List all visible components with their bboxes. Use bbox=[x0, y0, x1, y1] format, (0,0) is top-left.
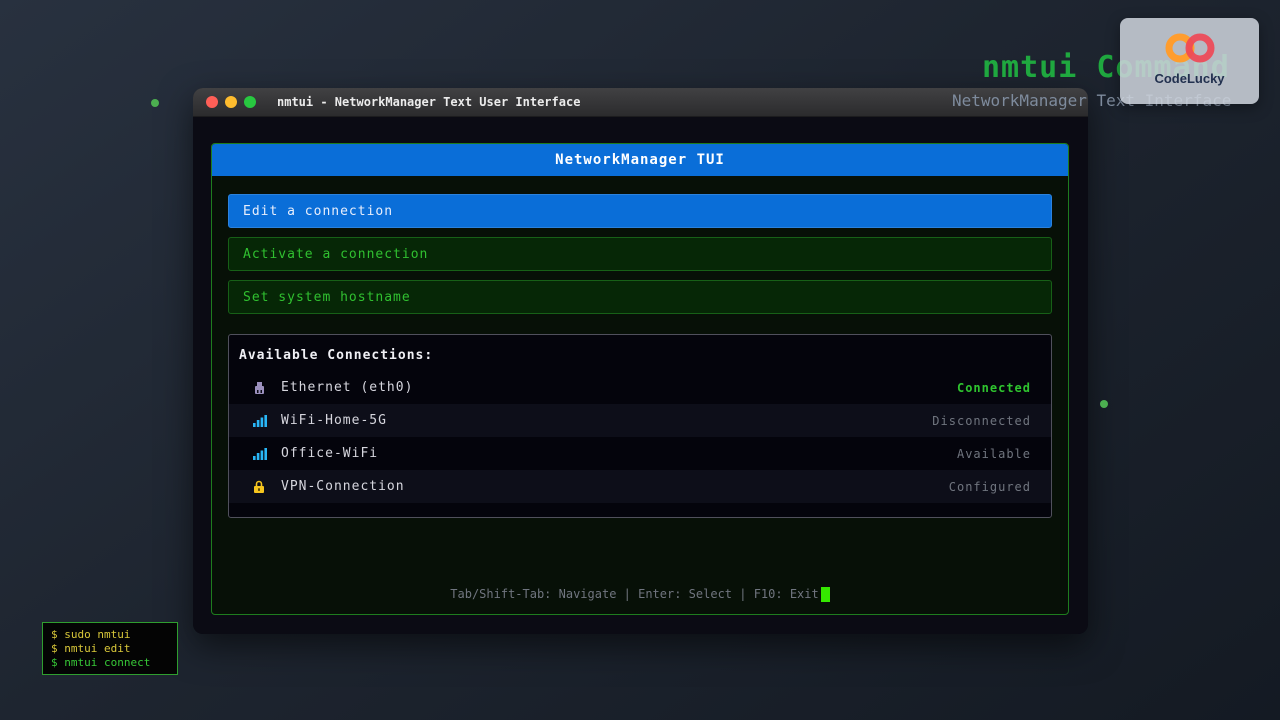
connection-name: WiFi-Home-5G bbox=[281, 413, 387, 428]
connection-row-vpn[interactable]: VPN-Connection Configured bbox=[229, 470, 1051, 503]
wifi-signal-icon bbox=[253, 448, 269, 460]
connection-status: Disconnected bbox=[932, 414, 1031, 428]
close-window-button[interactable] bbox=[206, 96, 218, 108]
infinity-logo-icon bbox=[1161, 27, 1219, 69]
zoom-window-button[interactable] bbox=[244, 96, 256, 108]
menu-item-label: Set system hostname bbox=[243, 290, 411, 305]
menu-item-edit-connection[interactable]: Edit a connection bbox=[228, 194, 1052, 228]
decorative-dot-right bbox=[1100, 400, 1108, 408]
connection-name: Ethernet (eth0) bbox=[281, 380, 413, 395]
keybindings-hint: Tab/Shift-Tab: Navigate | Enter: Select … bbox=[450, 587, 818, 601]
tui-status-bar: Tab/Shift-Tab: Navigate | Enter: Select … bbox=[212, 587, 1068, 602]
text-cursor bbox=[821, 587, 830, 602]
page: nmtui Command NetworkManager Text Interf… bbox=[0, 0, 1280, 720]
connection-name: VPN-Connection bbox=[281, 479, 405, 494]
ethernet-icon bbox=[253, 381, 269, 395]
brand-name: CodeLucky bbox=[1154, 71, 1224, 86]
connection-status: Configured bbox=[949, 480, 1031, 494]
tui-menu: Edit a connection Activate a connection … bbox=[228, 194, 1052, 314]
lock-icon bbox=[253, 480, 269, 494]
command-line: $ nmtui connect bbox=[51, 656, 169, 670]
menu-item-label: Activate a connection bbox=[243, 247, 428, 262]
connection-row-ethernet[interactable]: Ethernet (eth0) Connected bbox=[229, 371, 1051, 404]
tui-title-bar: NetworkManager TUI bbox=[212, 144, 1068, 176]
connection-name: Office-WiFi bbox=[281, 446, 378, 461]
connection-status: Connected bbox=[957, 381, 1031, 395]
menu-item-set-hostname[interactable]: Set system hostname bbox=[228, 280, 1052, 314]
available-connections-panel: Available Connections: Ethernet (eth0) C bbox=[228, 334, 1052, 518]
nmtui-panel: NetworkManager TUI Edit a connection Act… bbox=[211, 143, 1069, 615]
terminal-window: nmtui - NetworkManager Text User Interfa… bbox=[193, 88, 1088, 634]
decorative-dot-left bbox=[151, 99, 159, 107]
connection-row-wifi-home[interactable]: WiFi-Home-5G Disconnected bbox=[229, 404, 1051, 437]
command-line: $ sudo nmtui bbox=[51, 628, 169, 642]
command-line: $ nmtui edit bbox=[51, 642, 169, 656]
menu-item-label: Edit a connection bbox=[243, 204, 393, 219]
wifi-signal-icon bbox=[253, 415, 269, 427]
connection-row-office-wifi[interactable]: Office-WiFi Available bbox=[229, 437, 1051, 470]
command-cheatsheet: $ sudo nmtui $ nmtui edit $ nmtui connec… bbox=[42, 622, 178, 675]
brand-card: CodeLucky bbox=[1120, 18, 1259, 104]
menu-item-activate-connection[interactable]: Activate a connection bbox=[228, 237, 1052, 271]
connections-title: Available Connections: bbox=[229, 335, 1051, 371]
minimize-window-button[interactable] bbox=[225, 96, 237, 108]
connection-status: Available bbox=[957, 447, 1031, 461]
window-title: nmtui - NetworkManager Text User Interfa… bbox=[277, 95, 580, 109]
terminal-screen: NetworkManager TUI Edit a connection Act… bbox=[193, 117, 1088, 634]
